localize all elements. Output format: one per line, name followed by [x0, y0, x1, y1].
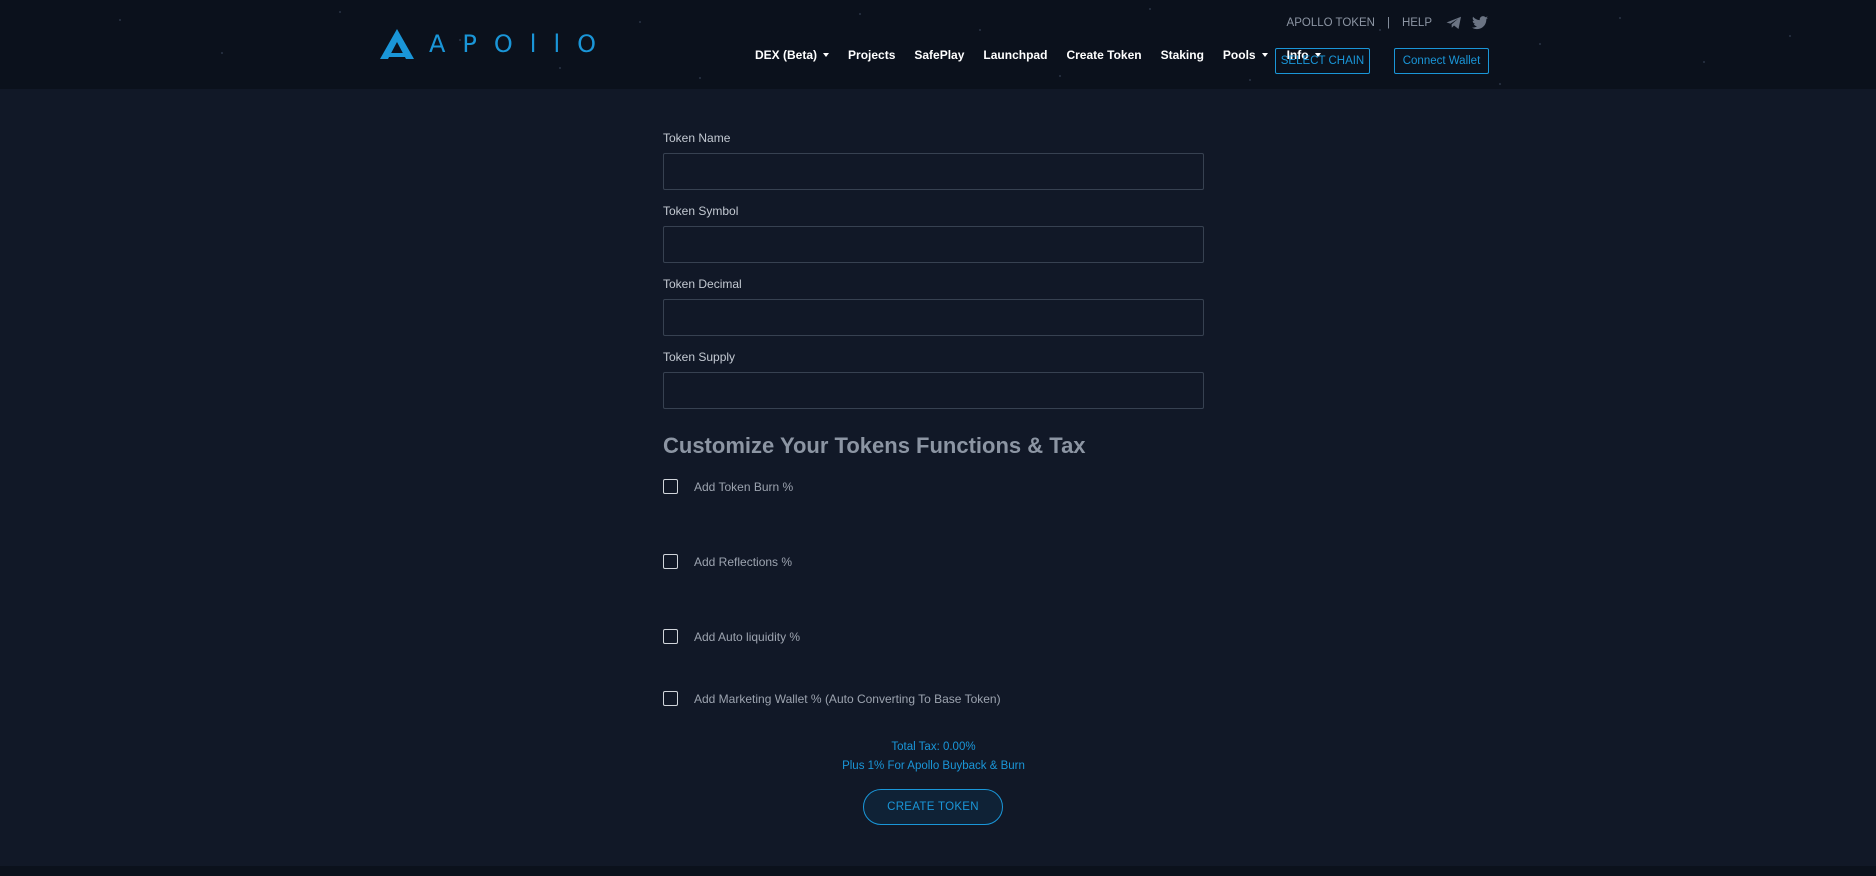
chevron-down-icon: [823, 53, 830, 57]
nav-create-token-label: Create Token: [1066, 48, 1142, 62]
token-burn-option[interactable]: Add Token Burn %: [663, 479, 793, 494]
nav-pools[interactable]: Pools: [1223, 48, 1268, 62]
token-decimal-input[interactable]: [663, 299, 1204, 336]
token-supply-label: Token Supply: [663, 350, 736, 364]
twitter-icon[interactable]: [1472, 16, 1488, 30]
nav-projects-label: Projects: [848, 48, 896, 62]
token-symbol-input[interactable]: [663, 226, 1204, 263]
token-supply-input[interactable]: [663, 372, 1204, 409]
auto-liquidity-option[interactable]: Add Auto liquidity %: [663, 629, 800, 644]
telegram-icon[interactable]: [1446, 16, 1462, 30]
starfield-background: [119, 8, 1791, 85]
total-tax-text: Total Tax: 0.00%: [891, 741, 976, 753]
token-name-input[interactable]: [663, 153, 1204, 190]
connect-wallet-button[interactable]: Connect Wallet: [1394, 48, 1489, 74]
link-separator: |: [1386, 17, 1390, 29]
select-chain-button[interactable]: SELECT CHAIN: [1275, 48, 1370, 74]
nav-launchpad[interactable]: Launchpad: [983, 48, 1047, 62]
site-header: APOllO APOLLO TOKEN | HELP DEX (Beta) Pr…: [0, 0, 1876, 89]
nav-projects[interactable]: Projects: [848, 48, 895, 62]
token-form: Token Name Token Symbol Token Decimal To…: [663, 131, 1204, 423]
nav-staking[interactable]: Staking: [1161, 48, 1204, 62]
auto-liquidity-label: Add Auto liquidity %: [694, 629, 801, 644]
logo-wordmark: APOllO: [429, 30, 614, 58]
nav-dex-label: DEX (Beta): [755, 48, 818, 62]
token-burn-label: Add Token Burn %: [694, 479, 794, 494]
nav-dex[interactable]: DEX (Beta): [755, 48, 830, 62]
top-links: APOLLO TOKEN | HELP: [1287, 16, 1488, 30]
apollo-logo[interactable]: APOllO: [379, 28, 613, 60]
main-nav: DEX (Beta) Projects SafePlay Launchpad C…: [755, 48, 1340, 62]
apollo-logo-icon: [380, 29, 414, 59]
marketing-wallet-label: Add Marketing Wallet % (Auto Converting …: [694, 691, 1001, 706]
chevron-down-icon: [1261, 53, 1268, 57]
nav-safeplay[interactable]: SafePlay: [914, 48, 964, 62]
token-symbol-label: Token Symbol: [663, 204, 739, 218]
marketing-wallet-checkbox[interactable]: [663, 691, 678, 706]
reflections-checkbox[interactable]: [663, 554, 678, 569]
help-link[interactable]: HELP: [1402, 17, 1432, 29]
token-decimal-label: Token Decimal: [663, 277, 742, 291]
create-token-button[interactable]: CREATE TOKEN: [863, 789, 1003, 825]
auto-liquidity-checkbox[interactable]: [663, 629, 678, 644]
token-name-label: Token Name: [663, 131, 731, 145]
token-burn-checkbox[interactable]: [663, 479, 678, 494]
nav-safeplay-label: SafePlay: [914, 48, 965, 62]
nav-pools-label: Pools: [1222, 48, 1256, 62]
marketing-wallet-option[interactable]: Add Marketing Wallet % (Auto Converting …: [663, 691, 1001, 706]
buyback-note: Plus 1% For Apollo Buyback & Burn: [842, 760, 1025, 772]
nav-create-token[interactable]: Create Token: [1066, 48, 1141, 62]
reflections-option[interactable]: Add Reflections %: [663, 554, 792, 569]
reflections-label: Add Reflections %: [694, 554, 793, 569]
apollo-token-link[interactable]: APOLLO TOKEN: [1287, 17, 1375, 29]
customize-title: Customize Your Tokens Functions & Tax: [663, 433, 1086, 458]
footer-strip: [0, 866, 1876, 876]
nav-launchpad-label: Launchpad: [983, 48, 1048, 62]
nav-staking-label: Staking: [1160, 48, 1204, 62]
